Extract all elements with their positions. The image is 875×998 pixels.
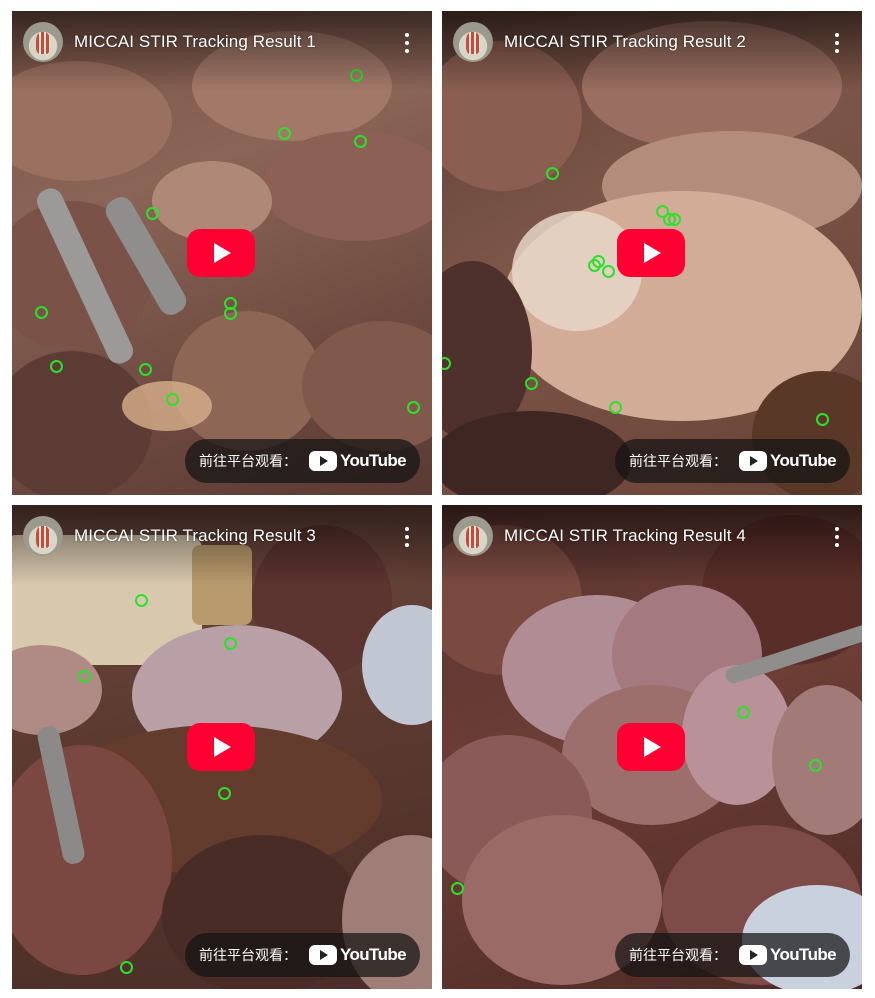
tracking-point-marker [602, 265, 615, 278]
youtube-play-icon [309, 451, 337, 471]
play-button[interactable] [187, 229, 255, 277]
more-vert-icon[interactable] [404, 527, 410, 547]
tracking-point-marker [525, 377, 538, 390]
tracking-point-marker [135, 594, 148, 607]
tracking-point-marker [218, 787, 231, 800]
tracking-point-marker [809, 759, 822, 772]
watch-label: 前往平台观看： [629, 947, 727, 963]
tracking-point-marker [224, 307, 237, 320]
tracking-point-marker [278, 127, 291, 140]
tracking-point-marker [139, 363, 152, 376]
tracking-point-marker [78, 670, 91, 683]
watch-label: 前往平台观看： [199, 453, 297, 469]
video-tile-2[interactable]: MICCAI STIR Tracking Result 2 前往平台观看： Yo… [442, 11, 862, 495]
video-tile-4[interactable]: MICCAI STIR Tracking Result 4 前往平台观看： Yo… [442, 505, 862, 989]
more-vert-icon[interactable] [834, 527, 840, 547]
youtube-play-icon [739, 451, 767, 471]
youtube-logo-text: YouTube [770, 945, 837, 964]
tracking-point-marker [451, 882, 464, 895]
watch-label: 前往平台观看： [199, 947, 297, 963]
channel-avatar[interactable] [23, 22, 63, 62]
tracking-point-marker [50, 360, 63, 373]
youtube-play-icon [739, 945, 767, 965]
play-button[interactable] [617, 723, 685, 771]
youtube-logo-text: YouTube [340, 451, 407, 470]
tracking-point-marker [224, 637, 237, 650]
youtube-logo-text: YouTube [770, 451, 837, 470]
channel-avatar[interactable] [23, 516, 63, 556]
more-vert-icon[interactable] [404, 33, 410, 53]
watch-on-youtube-button[interactable]: 前往平台观看： YouTube [615, 439, 850, 483]
tracking-point-marker [816, 413, 829, 426]
tracking-point-marker [668, 213, 681, 226]
tracking-point-marker [737, 706, 750, 719]
watch-on-youtube-button[interactable]: 前往平台观看： YouTube [185, 439, 420, 483]
video-title[interactable]: MICCAI STIR Tracking Result 4 [504, 526, 746, 546]
tracking-point-marker [35, 306, 48, 319]
video-title[interactable]: MICCAI STIR Tracking Result 3 [74, 526, 316, 546]
play-button[interactable] [617, 229, 685, 277]
channel-avatar[interactable] [453, 516, 493, 556]
watch-on-youtube-button[interactable]: 前往平台观看： YouTube [615, 933, 850, 977]
watch-on-youtube-button[interactable]: 前往平台观看： YouTube [185, 933, 420, 977]
tracking-point-marker [120, 961, 133, 974]
tracking-point-marker [407, 401, 420, 414]
tracking-point-marker [609, 401, 622, 414]
watch-label: 前往平台观看： [629, 453, 727, 469]
youtube-play-icon [309, 945, 337, 965]
more-vert-icon[interactable] [834, 33, 840, 53]
video-tile-3[interactable]: MICCAI STIR Tracking Result 3 前往平台观看： Yo… [12, 505, 432, 989]
channel-avatar[interactable] [453, 22, 493, 62]
video-title[interactable]: MICCAI STIR Tracking Result 1 [74, 32, 316, 52]
tracking-point-marker [166, 393, 179, 406]
youtube-logo-text: YouTube [340, 945, 407, 964]
play-button[interactable] [187, 723, 255, 771]
video-tile-1[interactable]: MICCAI STIR Tracking Result 1 前往平台观看： Yo… [12, 11, 432, 495]
tracking-point-marker [146, 207, 159, 220]
tracking-point-marker [354, 135, 367, 148]
tracking-point-marker [546, 167, 559, 180]
video-title[interactable]: MICCAI STIR Tracking Result 2 [504, 32, 746, 52]
